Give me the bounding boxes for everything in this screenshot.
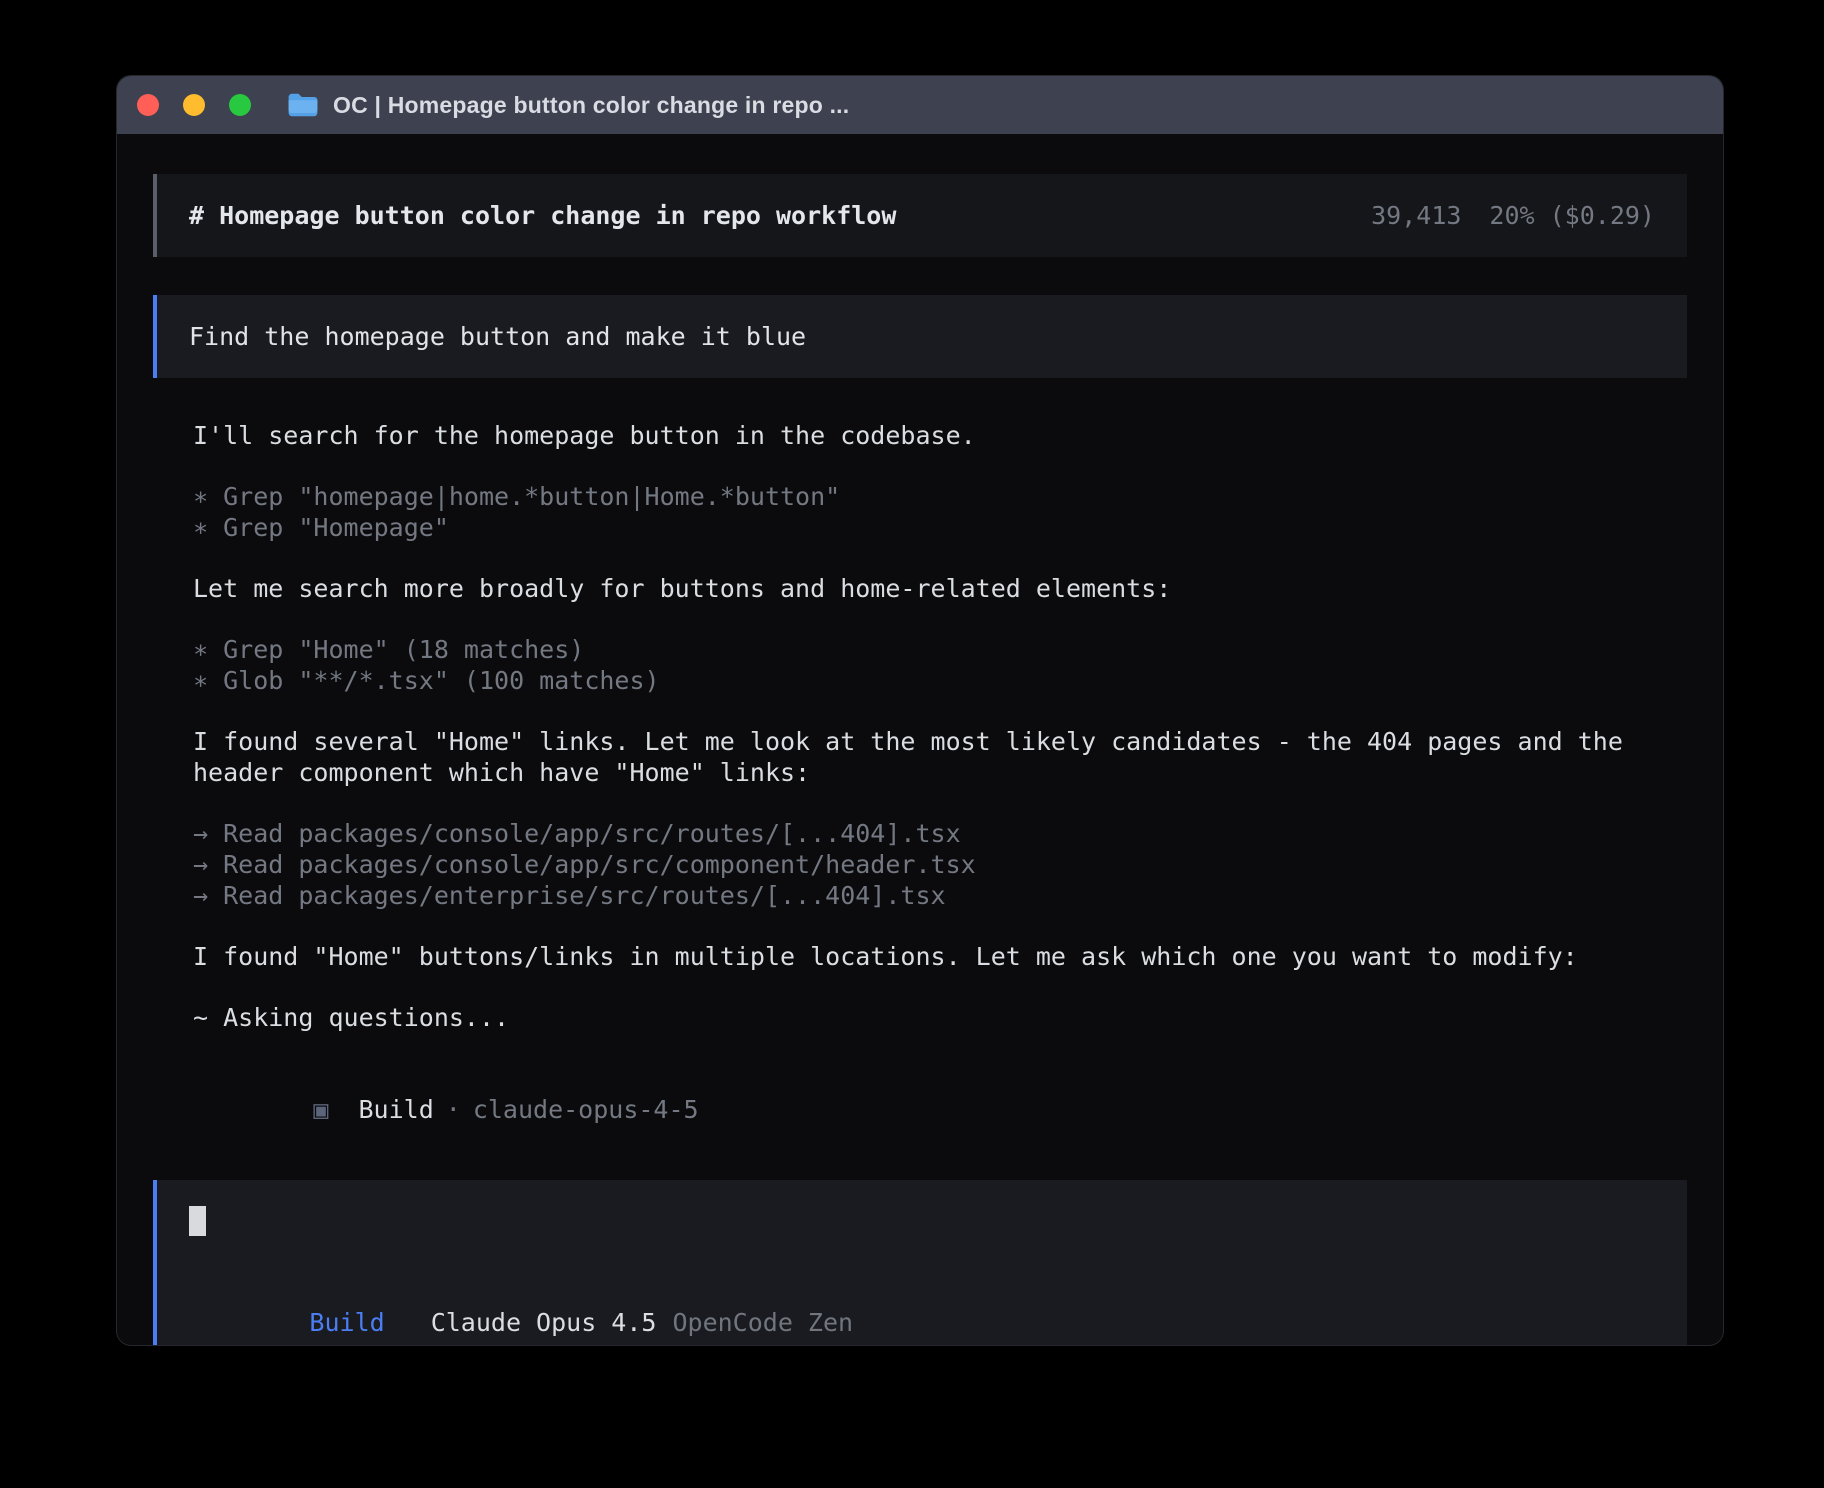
user-message-text: Find the homepage button and make it blu… [189,322,806,351]
mode-label[interactable]: Build [309,1308,384,1337]
model-status-row: Build Claude Opus 4.5 OpenCode Zen [189,1276,1655,1345]
tool-call-group: ∗ Grep "homepage|home.*button|Home.*butt… [193,481,1687,543]
model-name: Claude Opus 4.5 [431,1308,657,1337]
tool-call-read: → Read packages/enterprise/src/routes/[.… [193,880,1687,911]
tool-call-group: → Read packages/console/app/src/routes/[… [193,818,1687,911]
assistant-text: I found "Home" buttons/links in multiple… [193,941,1687,972]
agent-status-row: ▣ Build · claude-opus-4-5 [193,1063,1687,1156]
terminal-window: OC | Homepage button color change in rep… [117,76,1723,1345]
separator-dot: · [446,1095,461,1124]
text-cursor [189,1206,206,1236]
tool-call-grep: ∗ Grep "Home" (18 matches) [193,634,1687,665]
assistant-text: I found several "Home" links. Let me loo… [193,726,1687,788]
token-count: 39,413 [1371,200,1461,231]
context-cost: 20% ($0.29) [1489,200,1655,231]
tool-call-glob: ∗ Glob "**/*.tsx" (100 matches) [193,665,1687,696]
tool-call-read: → Read packages/console/app/src/componen… [193,849,1687,880]
tool-call-grep: ∗ Grep "Homepage" [193,512,1687,543]
agent-badge-icon: ▣ [313,1095,328,1124]
window-titlebar[interactable]: OC | Homepage button color change in rep… [117,76,1723,134]
agent-model: claude-opus-4-5 [473,1095,699,1124]
agent-name: Build [358,1095,433,1124]
session-stats: 39,413 20% ($0.29) [1371,200,1655,231]
tool-call-grep: ∗ Grep "homepage|home.*button|Home.*butt… [193,481,1687,512]
assistant-messages: I'll search for the homepage button in t… [153,420,1687,1156]
traffic-lights [137,94,251,116]
assistant-text: I'll search for the homepage button in t… [193,420,1687,451]
status-asking-questions: ~ Asking questions... [193,1002,1687,1033]
session-header: # Homepage button color change in repo w… [153,174,1687,257]
zoom-button[interactable] [229,94,251,116]
minimize-button[interactable] [183,94,205,116]
folder-icon [287,92,319,118]
tool-call-read: → Read packages/console/app/src/routes/[… [193,818,1687,849]
tool-call-group: ∗ Grep "Home" (18 matches) ∗ Glob "**/*.… [193,634,1687,696]
close-button[interactable] [137,94,159,116]
window-title: OC | Homepage button color change in rep… [333,92,849,119]
session-title: # Homepage button color change in repo w… [189,200,896,231]
provider-name: OpenCode Zen [672,1308,853,1337]
prompt-input[interactable]: Build Claude Opus 4.5 OpenCode Zen [153,1180,1687,1345]
terminal-content: # Homepage button color change in repo w… [117,134,1723,1345]
assistant-text: Let me search more broadly for buttons a… [193,573,1687,604]
user-message-block: Find the homepage button and make it blu… [153,295,1687,378]
